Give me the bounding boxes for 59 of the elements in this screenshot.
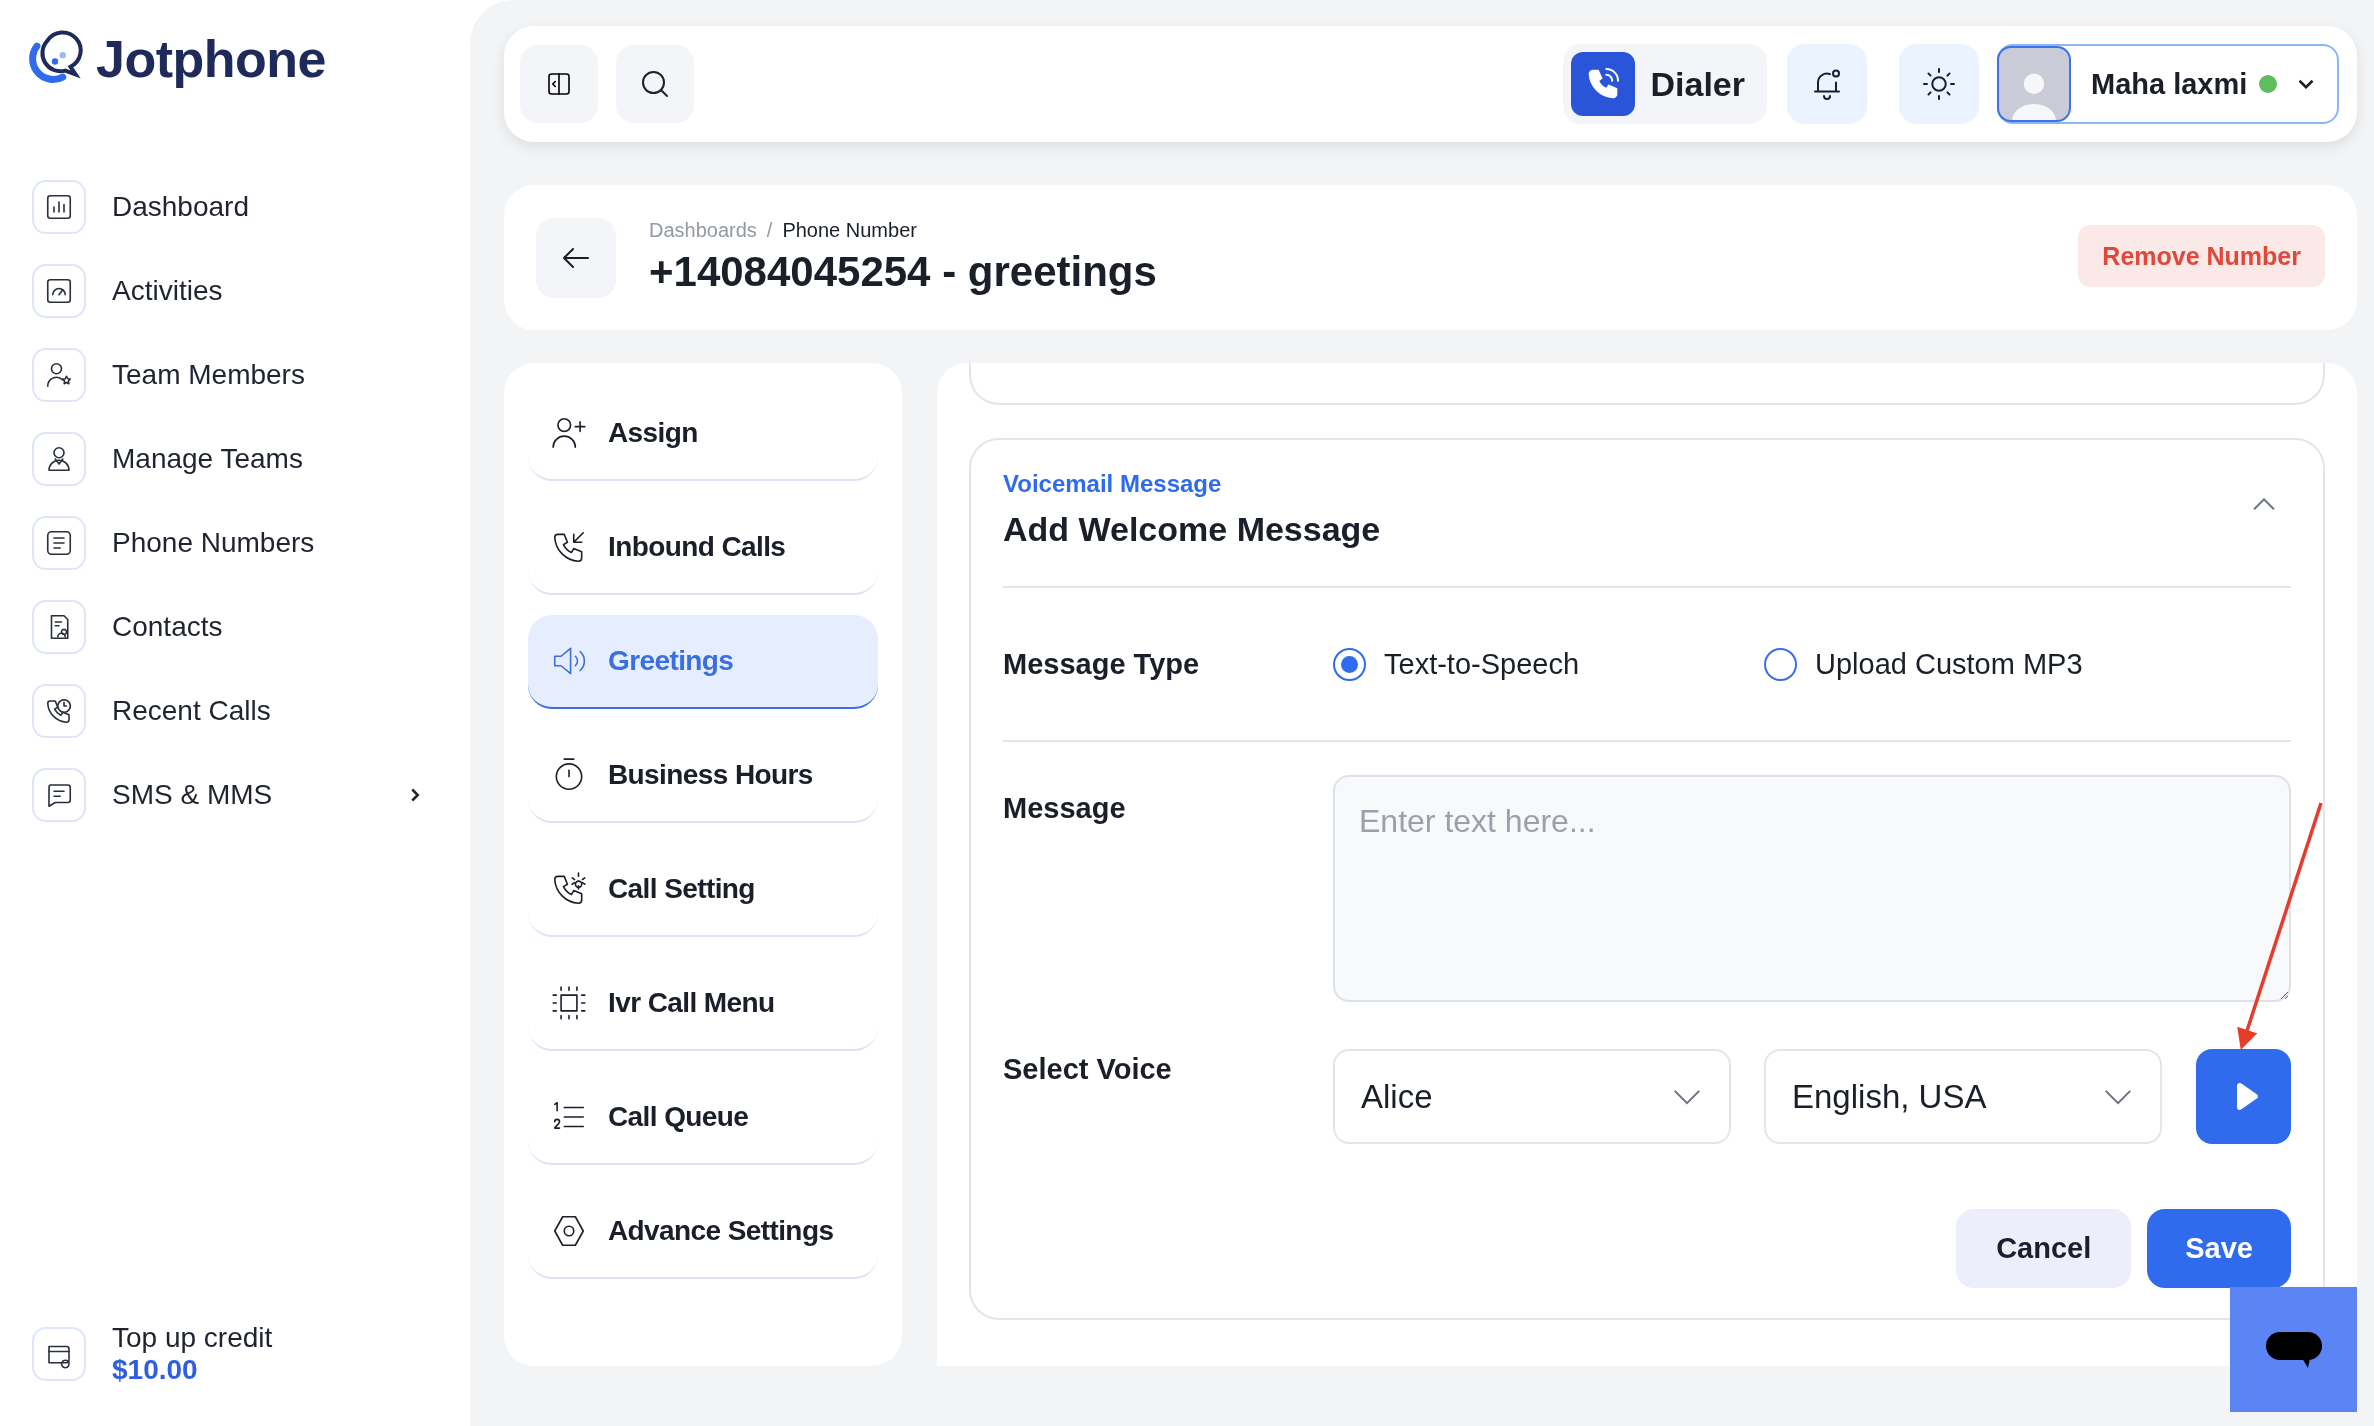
user-menu-button[interactable]: Maha laxmi [1997,44,2339,124]
sidebar-item[interactable]: Activities [24,249,426,333]
sidebar-item[interactable]: Recent Calls [24,669,426,753]
radio-label: Text-to-Speech [1384,647,1580,681]
field-label: Message Type [1003,647,1201,681]
sidebar-item[interactable]: Contacts [24,585,426,669]
menu-item[interactable]: Greetings [528,615,878,709]
sidebar-item[interactable]: Manage Teams [24,417,426,501]
radio-label: Upload Custom MP3 [1815,647,2083,681]
sidebar-toggle-button[interactable] [520,45,598,123]
cancel-button[interactable]: Cancel [1956,1209,2132,1288]
menu-item[interactable]: Assign [528,387,878,481]
nav-icon [32,432,86,486]
nav-icon [32,516,86,570]
voice-select[interactable]: Alice [1333,1049,1731,1144]
menu-icon [550,984,588,1022]
nav-icon [32,600,86,654]
sidebar-item[interactable]: Phone Numbers [24,501,426,585]
phone-icon [1570,52,1635,116]
theme-toggle-button[interactable] [1899,44,1979,124]
breadcrumb-item: Phone Number [782,219,917,242]
logo-text: Jotphone [96,29,326,89]
section-title: Add Welcome Message [1003,510,1381,549]
credit-label: Top up credit [112,1322,273,1354]
chat-widget-button[interactable] [2230,1287,2357,1412]
page-title: +14084045254 - greetings [649,248,1158,296]
sidebar-item[interactable]: SMS & MMS [24,753,426,837]
field-label: Message [1003,792,1127,825]
nav-icon [32,684,86,738]
search-button[interactable] [616,45,694,123]
section-eyebrow: Voicemail Message [1003,470,1223,498]
sun-icon [1921,66,1957,102]
play-button[interactable] [2196,1049,2291,1144]
nav-icon [32,348,86,402]
save-button[interactable]: Save [2147,1209,2291,1288]
wallet-icon [32,1327,86,1381]
sidebar-item[interactable]: Dashboard [24,165,426,249]
field-label: Select Voice [1003,1053,1173,1086]
chevron-down-icon [2104,1088,2132,1105]
chevron-down-icon [1673,1088,1701,1105]
sidebar-item[interactable]: Team Members [24,333,426,417]
radio-button[interactable] [1333,647,1366,681]
message-field[interactable]: Enter text here... [1333,775,2291,1002]
nav-icon [32,180,86,234]
language-select[interactable]: English, USA [1764,1049,2162,1144]
menu-item[interactable]: Advance Settings [528,1185,878,1279]
nav-icon [32,768,86,822]
menu-item[interactable]: Business Hours [528,729,878,823]
credit-amount[interactable]: $10.00 [112,1354,273,1386]
notification-button[interactable] [1787,44,1867,124]
nav-icon [32,264,86,318]
menu-item[interactable]: Ivr Call Menu [528,957,878,1051]
breadcrumb-separator: / [766,219,773,242]
menu-item[interactable]: Inbound Calls [528,501,878,595]
user-name: Maha laxmi [2091,67,2248,101]
menu-item[interactable]: Call Setting [528,843,878,937]
radio-button[interactable] [1764,647,1797,681]
menu-item[interactable]: Call Queue [528,1071,878,1165]
dialer-button[interactable]: Dialer [1562,44,1767,124]
